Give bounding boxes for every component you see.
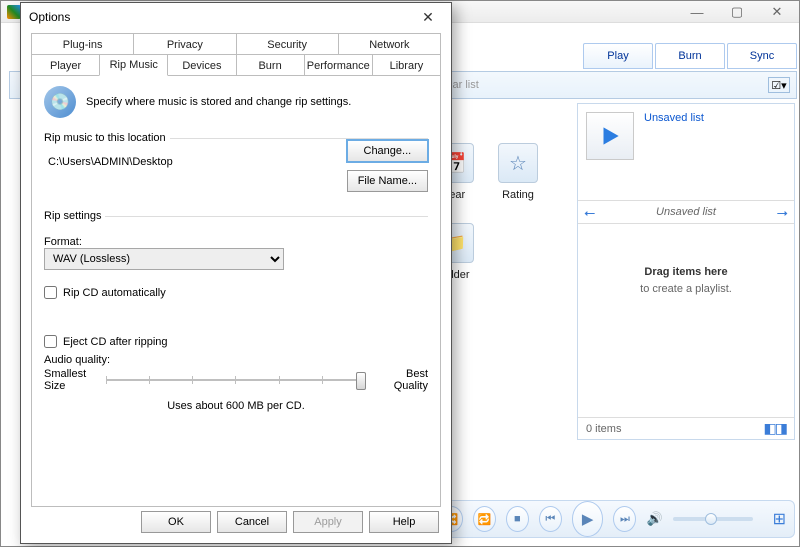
tab-sync[interactable]: Sync	[727, 43, 797, 69]
quality-note: Uses about 600 MB per CD.	[44, 400, 428, 412]
dialog-title: Options	[29, 10, 70, 24]
quality-min-label2: Size	[44, 380, 92, 392]
rip-settings-group: Rip settings Format: WAV (Lossless) Rip …	[44, 210, 428, 418]
next-button[interactable]: ⏭	[613, 506, 636, 532]
tab-privacy[interactable]: Privacy	[133, 33, 236, 55]
maximize-button[interactable]: ▢	[717, 3, 757, 21]
change-location-button[interactable]: Change...	[347, 140, 428, 162]
rip-intro-icon: 💿	[44, 86, 76, 118]
prev-button[interactable]: ⏮	[539, 506, 562, 532]
playlist-count: 0 items	[586, 423, 621, 435]
next-playlist-button[interactable]: ⭢	[777, 204, 788, 221]
view-switch-icon[interactable]: ◧◨	[764, 420, 786, 437]
minimize-button[interactable]: —	[677, 3, 717, 21]
apply-button[interactable]: Apply	[293, 511, 363, 533]
playlist-icon	[586, 112, 634, 160]
tab-devices[interactable]: Devices	[167, 54, 236, 76]
playlist-name: Unsaved list	[656, 206, 716, 218]
library-rating-label: Rating	[502, 189, 534, 201]
tab-burn[interactable]: Burn	[236, 54, 305, 76]
tab-performance[interactable]: Performance	[304, 54, 373, 76]
list-options-button[interactable]: ☑▾	[768, 77, 790, 93]
dialog-close-button[interactable]: ✕	[413, 7, 443, 27]
cancel-button[interactable]: Cancel	[217, 511, 287, 533]
prev-playlist-button[interactable]: ⭠	[584, 204, 595, 221]
tab-library[interactable]: Library	[372, 54, 441, 76]
stop-button[interactable]: ■	[506, 506, 529, 532]
wmp-app-icon	[7, 5, 21, 19]
rip-auto-checkbox[interactable]: Rip CD automatically	[44, 286, 428, 299]
quality-label: Audio quality:	[44, 354, 428, 366]
tab-play[interactable]: Play	[583, 43, 653, 69]
volume-slider[interactable]	[673, 517, 753, 521]
playlist-title[interactable]: Unsaved list	[644, 112, 704, 160]
rating-icon[interactable]: ☆	[498, 143, 538, 183]
eject-after-checkbox[interactable]: Eject CD after ripping	[44, 335, 428, 348]
rip-settings-legend: Rip settings	[44, 210, 105, 222]
tab-plugins[interactable]: Plug-ins	[31, 33, 134, 55]
now-playing-switch-icon[interactable]: ⊞	[773, 509, 784, 529]
tab-security[interactable]: Security	[236, 33, 339, 55]
rip-location-legend: Rip music to this location	[44, 132, 170, 144]
options-dialog: Options ✕ Plug-ins Privacy Security Netw…	[20, 2, 452, 544]
play-button[interactable]: ▶	[572, 501, 604, 537]
help-button[interactable]: Help	[369, 511, 439, 533]
tab-burn[interactable]: Burn	[655, 43, 725, 69]
close-button[interactable]: ✕	[757, 3, 797, 21]
quality-max-label1: Best	[380, 368, 428, 380]
tab-rip-music[interactable]: Rip Music	[99, 54, 168, 76]
volume-icon[interactable]: 🔊	[646, 511, 662, 527]
rip-intro-text: Specify where music is stored and change…	[86, 96, 351, 108]
format-select[interactable]: WAV (Lossless)	[44, 248, 284, 270]
playlist-dropzone[interactable]: Drag items here to create a playlist.	[578, 264, 794, 297]
file-name-button[interactable]: File Name...	[347, 170, 428, 192]
quality-slider[interactable]	[106, 370, 366, 390]
player-controls: 🔀 🔁 ■ ⏮ ▶ ⏭ 🔊 ⊞	[429, 500, 795, 538]
quality-min-label1: Smallest	[44, 368, 92, 380]
quality-max-label2: Quality	[380, 380, 428, 392]
tab-network[interactable]: Network	[338, 33, 441, 55]
repeat-button[interactable]: 🔁	[473, 506, 496, 532]
tab-player[interactable]: Player	[31, 54, 100, 76]
tab-content-rip-music: 💿 Specify where music is stored and chan…	[31, 75, 441, 507]
playlist-pane: Unsaved list ⭠ Unsaved list ⭢ Drag items…	[577, 103, 795, 440]
format-label: Format:	[44, 236, 428, 248]
ok-button[interactable]: OK	[141, 511, 211, 533]
